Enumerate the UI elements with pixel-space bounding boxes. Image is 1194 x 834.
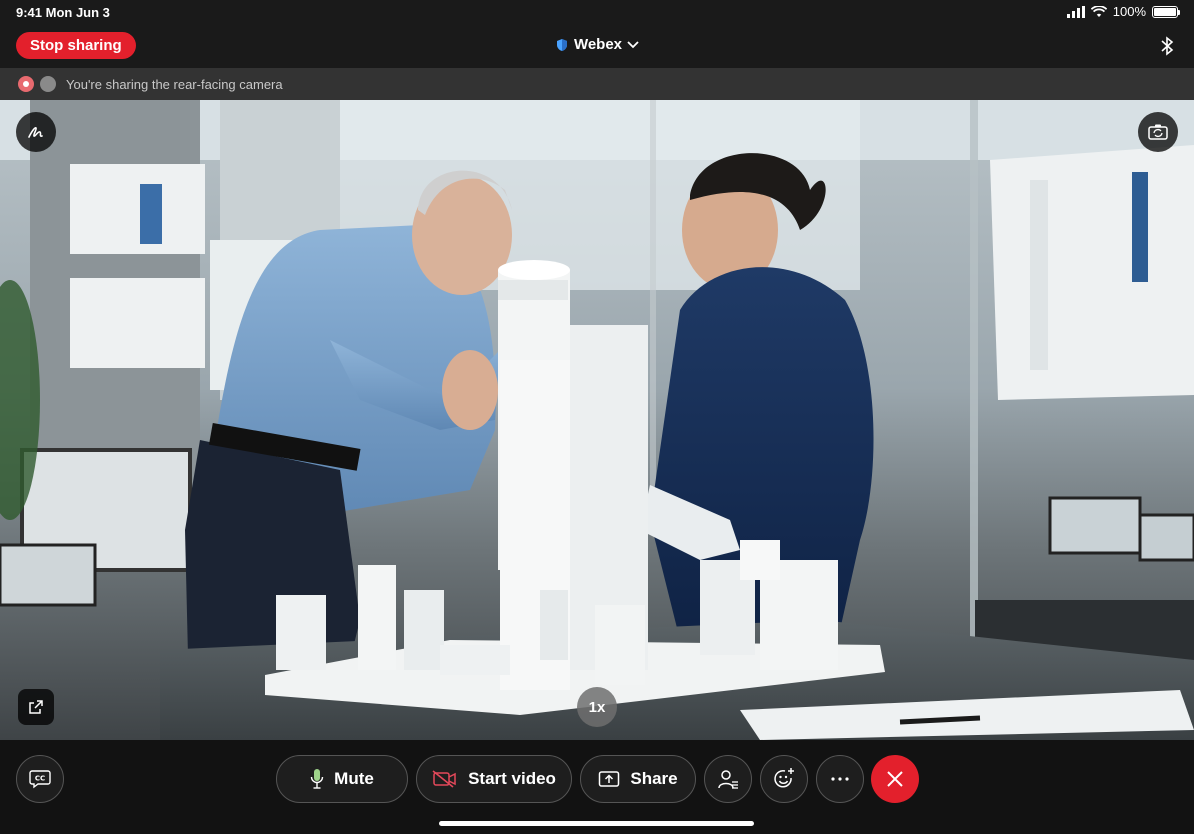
close-icon [887,771,903,787]
cellular-signal-icon [1066,5,1085,18]
audio-icon [40,76,56,92]
sharing-banner-text: You're sharing the rear-facing camera [66,76,283,92]
end-call-button[interactable] [871,755,919,803]
app-title: Webex [573,36,623,53]
share-button[interactable]: Share [580,755,696,803]
closed-captions-icon: CC [29,770,51,789]
wifi-icon [1090,5,1107,17]
zoom-level-button[interactable]: 1x [577,687,617,727]
microphone-icon [310,769,324,789]
start-video-label: Start video [468,769,556,788]
add-reaction-icon [774,768,794,788]
more-dots-icon [831,777,849,781]
battery-icon [1152,5,1180,18]
status-bar: 9:41 Mon Jun 3 100% [0,0,1194,24]
svg-text:CC: CC [35,775,45,783]
office-scene-image [0,100,1194,740]
annotate-button[interactable] [16,112,56,152]
reactions-button[interactable] [760,755,808,803]
pen-scribble-icon [28,127,43,138]
popout-button[interactable] [18,689,54,725]
chevron-down-icon [627,40,639,48]
switch-camera-button[interactable] [1138,112,1178,152]
status-right: 100% [1066,4,1180,19]
app-title-dropdown[interactable]: Webex [0,36,1194,53]
share-label: Share [630,769,678,788]
recording-icon [18,76,34,92]
camera-switch-icon [1148,124,1168,140]
participants-icon [718,770,738,789]
share-screen-icon [599,771,620,787]
start-video-button[interactable]: Start video [416,755,572,803]
top-bar: Stop sharing Webex [0,24,1194,68]
control-bar: CC Mute Start video Share [0,740,1194,834]
external-link-icon [29,700,43,714]
closed-captions-button[interactable]: CC [16,755,64,803]
secure-shield-icon [556,38,567,51]
status-time: 9:41 Mon Jun 3 [16,5,110,20]
bluetooth-icon[interactable] [1160,36,1174,56]
sharing-banner: You're sharing the rear-facing camera [0,68,1194,100]
mute-label: Mute [334,769,374,788]
video-off-icon [432,770,456,788]
more-options-button[interactable] [816,755,864,803]
camera-view[interactable]: 1x [0,100,1194,740]
home-indicator[interactable] [439,821,754,826]
participants-button[interactable] [704,755,752,803]
mute-button[interactable]: Mute [276,755,408,803]
battery-percent: 100% [1112,4,1146,19]
